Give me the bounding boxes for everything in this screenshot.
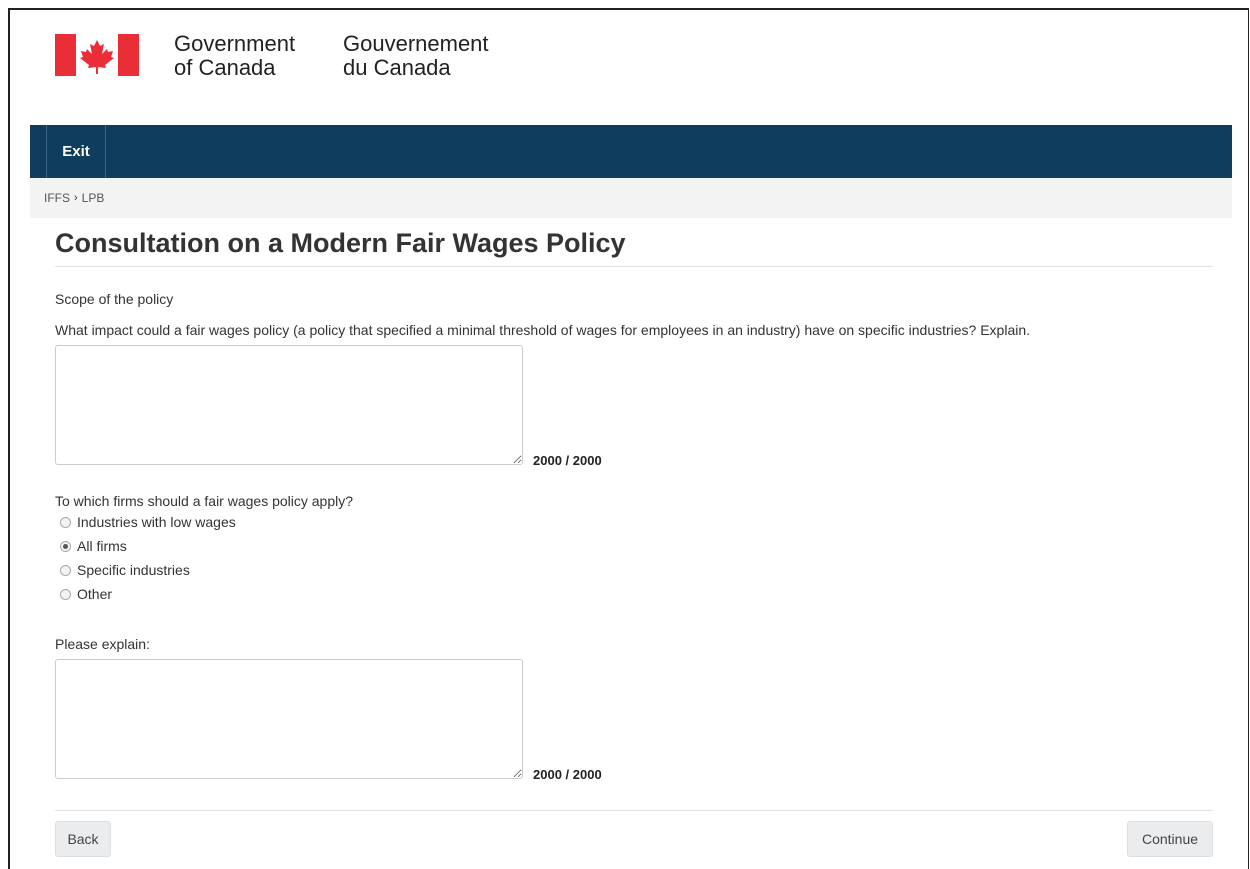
question1-char-counter: 2000 / 2000 <box>533 453 602 468</box>
radio-option-specific-industries[interactable]: Specific industries <box>60 562 190 578</box>
gov-fr-line1: Gouvernement <box>343 31 489 56</box>
exit-button[interactable]: Exit <box>46 125 106 178</box>
radio-option-label: All firms <box>77 538 127 554</box>
radio-option-label: Industries with low wages <box>77 514 236 530</box>
main-navbar: Exit <box>30 125 1232 178</box>
question3-char-counter: 2000 / 2000 <box>533 767 602 782</box>
breadcrumb: IFFS › LPB <box>44 191 104 205</box>
footer-divider <box>55 810 1213 811</box>
radio-option-label: Other <box>77 586 113 602</box>
breadcrumb-item-lpb: LPB <box>81 191 105 205</box>
radio-option-all-firms[interactable]: All firms <box>60 538 127 554</box>
radio-button[interactable] <box>60 516 71 528</box>
gov-en-line1: Government <box>174 31 296 56</box>
page-title: Consultation on a Modern Fair Wages Poli… <box>55 228 626 258</box>
back-button[interactable]: Back <box>55 821 111 857</box>
canada-flag-logo <box>55 34 139 76</box>
question2-label: To which firms should a fair wages polic… <box>55 493 354 509</box>
question1-textarea[interactable] <box>55 345 523 465</box>
government-of-canada-en: Government of Canada <box>174 32 295 80</box>
radio-option-label: Specific industries <box>77 562 190 578</box>
question3-label: Please explain: <box>55 636 150 652</box>
breadcrumb-separator-icon: › <box>74 192 78 204</box>
question3-textarea[interactable] <box>55 659 523 779</box>
radio-button-checked[interactable] <box>60 540 71 552</box>
title-divider <box>55 266 1213 267</box>
section-label: Scope of the policy <box>55 291 174 307</box>
breadcrumb-item-iffs[interactable]: IFFS <box>44 191 70 205</box>
gov-en-line2: of Canada <box>174 55 276 80</box>
radio-button[interactable] <box>60 588 71 600</box>
breadcrumb-bar: IFFS › LPB <box>30 178 1232 218</box>
radio-option-other[interactable]: Other <box>60 586 112 602</box>
radio-option-industries-low-wages[interactable]: Industries with low wages <box>60 514 236 530</box>
question1-label: What impact could a fair wages policy (a… <box>55 322 1031 338</box>
gov-fr-line2: du Canada <box>343 55 451 80</box>
government-of-canada-fr: Gouvernement du Canada <box>343 32 489 80</box>
continue-button[interactable]: Continue <box>1127 821 1213 857</box>
radio-button[interactable] <box>60 564 71 576</box>
